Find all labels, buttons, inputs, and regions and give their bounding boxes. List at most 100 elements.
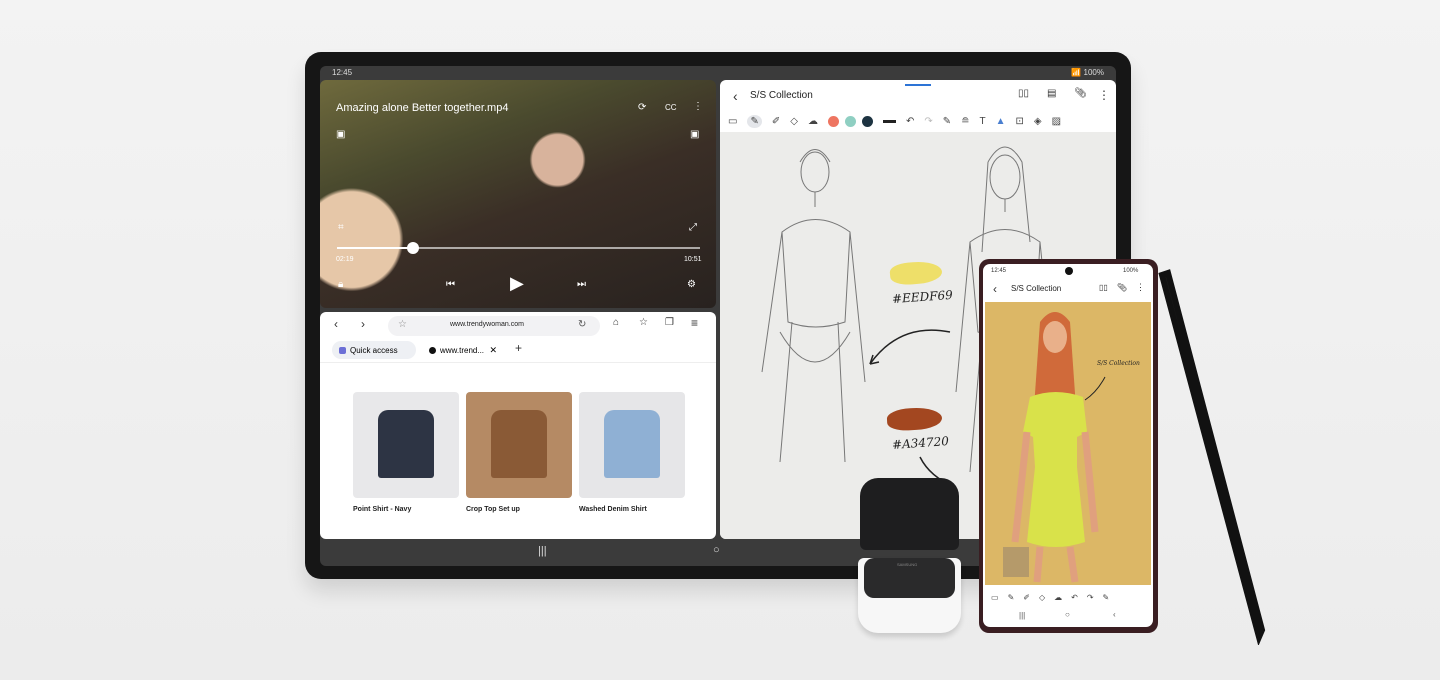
home-button-icon[interactable]: ○ (1065, 610, 1070, 619)
phone-nav-bar: ||| ○ ‹ (983, 608, 1153, 626)
case-lid (860, 478, 959, 550)
quick-access-icon (339, 346, 346, 354)
highlighter-icon[interactable]: ✐ (1023, 593, 1030, 602)
garment-shape (491, 410, 547, 478)
lasso-icon[interactable]: ☁ (808, 116, 818, 127)
drag-handle[interactable] (905, 84, 931, 86)
product-card[interactable]: Point Shirt - Navy (353, 392, 459, 513)
product-name: Crop Top Set up (466, 506, 520, 513)
url-text: www.trendywoman.com (450, 321, 524, 328)
recents-icon[interactable]: ||| (1019, 611, 1025, 620)
highlighter-icon[interactable]: ✐ (772, 116, 780, 127)
phone-screen: 12:45 100% ‹ S/S Collection ▯▯ 📎︎ ⋮ S/S … (983, 264, 1153, 627)
fashion-illustration: S/S Collection (985, 302, 1151, 585)
product-image[interactable] (579, 392, 685, 498)
drawing-toolbar: ▭ ✎ ✐ ◇ ☁ ↶ ↷ ✎ ≘ T ▲ ⊡ ◈ ▨ (720, 110, 1116, 132)
garment-shape (604, 410, 660, 478)
brand-logo: SAMSUNG (897, 562, 918, 567)
seek-handle[interactable] (407, 242, 420, 254)
product-image[interactable] (466, 392, 572, 498)
garment-shape (378, 410, 434, 478)
tab-quick-access[interactable]: Quick access (332, 341, 416, 359)
status-time: 12:45 (332, 68, 353, 77)
keyboard-icon[interactable]: ▭ (991, 593, 999, 602)
image-icon[interactable]: ▨ (1052, 116, 1061, 127)
home-button-icon[interactable]: ○ (713, 544, 720, 556)
elapsed-time: 02:19 (336, 256, 354, 263)
reload-icon[interactable]: ↻ (578, 319, 586, 330)
attach-icon[interactable]: 📎︎ (1117, 283, 1127, 292)
shape-icon[interactable]: ▲ (996, 116, 1006, 127)
home-icon[interactable]: ⌂ (613, 317, 619, 328)
book-view-icon[interactable]: ▯▯ (1018, 88, 1029, 99)
bookmark-star-icon[interactable]: ☆ (398, 319, 407, 330)
settings-icon[interactable]: ⚙ (687, 279, 696, 290)
status-bar: 12:45 📶 100% (320, 66, 1116, 80)
menu-icon[interactable]: ≡ (691, 316, 698, 330)
back-icon[interactable]: ‹ (993, 282, 997, 296)
lasso-icon[interactable]: ☁ (1054, 593, 1062, 602)
color-coral[interactable] (827, 115, 839, 127)
pen-settings-icon[interactable]: ✎ (1103, 593, 1110, 602)
front-camera (1065, 267, 1073, 275)
rotate-icon[interactable]: ⟳ (638, 102, 646, 113)
eraser-icon[interactable]: ◇ (790, 116, 798, 127)
fill-icon[interactable]: ◈ (1034, 116, 1042, 127)
video-player[interactable]: Amazing alone Better together.mp4 ⟳ CC ⋮… (320, 80, 716, 308)
undo-icon[interactable]: ↶ (1071, 593, 1078, 602)
tabs-icon[interactable]: ❐ (665, 317, 674, 328)
back-icon[interactable]: ‹ (733, 88, 738, 104)
capture-icon[interactable]: ⌗ (338, 222, 344, 233)
product-image[interactable] (353, 392, 459, 498)
page-icon[interactable]: ▤ (1047, 88, 1056, 99)
video-title: Amazing alone Better together.mp4 (336, 102, 509, 114)
recents-icon[interactable]: ||| (538, 545, 547, 557)
forward-icon[interactable]: › (361, 317, 365, 331)
attach-icon[interactable]: 📎︎ (1074, 88, 1087, 99)
color-navy[interactable] (861, 115, 873, 127)
redo-icon[interactable]: ↷ (924, 116, 932, 127)
tab-label: Quick access (350, 345, 398, 355)
redo-icon[interactable]: ↷ (1087, 593, 1094, 602)
screen-ratio-icon[interactable]: ⤢ (689, 222, 697, 233)
play-icon[interactable]: ▶ (510, 273, 524, 294)
new-tab-icon[interactable]: + (515, 341, 522, 355)
more-icon[interactable]: ⋮ (1098, 88, 1110, 102)
text-align-icon[interactable]: ≘ (961, 116, 969, 127)
phone-status-time: 12:45 (991, 268, 1007, 274)
battery-level: 100% (1083, 68, 1104, 77)
product-card[interactable]: Washed Denim Shirt (579, 392, 685, 513)
product-card[interactable]: Crop Top Set up (466, 392, 572, 513)
book-view-icon[interactable]: ▯▯ (1099, 283, 1108, 292)
gif-icon[interactable]: ▣ (336, 129, 345, 140)
earbuds-case: SAMSUNG (858, 478, 961, 633)
back-nav-icon[interactable]: ‹ (1113, 610, 1116, 619)
more-icon[interactable]: ⋮ (693, 101, 703, 112)
eraser-icon[interactable]: ◇ (1039, 593, 1045, 602)
previous-icon[interactable]: ⏮ (446, 279, 455, 290)
more-icon[interactable]: ⋮ (1136, 282, 1145, 293)
handwriting-to-text-icon[interactable]: T (980, 116, 986, 127)
smartphone: 12:45 100% ‹ S/S Collection ▯▯ 📎︎ ⋮ S/S … (979, 259, 1158, 633)
tab-label: www.trend... (440, 345, 485, 355)
divider (320, 362, 716, 363)
keyboard-icon[interactable]: ▭ (728, 116, 737, 127)
stroke-width-icon[interactable] (882, 119, 896, 123)
pen-icon[interactable]: ✎ (747, 114, 762, 128)
pen-icon[interactable]: ✎ (1008, 593, 1015, 602)
lock-icon[interactable]: 🔒︎ (338, 279, 343, 290)
tab-trendywoman[interactable]: www.trend... ✕ (422, 341, 504, 359)
address-bar[interactable]: ☆ www.trendywoman.com ↻ (388, 316, 600, 336)
text-box-icon[interactable]: ⊡ (1016, 116, 1024, 127)
pen-settings-icon[interactable]: ✎ (943, 116, 951, 127)
popup-icon[interactable]: ▣ (690, 129, 699, 140)
cc-button[interactable]: CC (665, 103, 677, 112)
next-icon[interactable]: ⏭ (577, 279, 586, 290)
bookmarks-icon[interactable]: ☆ (639, 317, 648, 328)
note-title: S/S Collection (750, 90, 813, 101)
undo-icon[interactable]: ↶ (906, 116, 914, 127)
seek-bar[interactable] (337, 242, 700, 254)
color-teal[interactable] (844, 115, 856, 127)
back-icon[interactable]: ‹ (334, 317, 338, 331)
close-tab-icon[interactable]: ✕ (489, 345, 497, 356)
